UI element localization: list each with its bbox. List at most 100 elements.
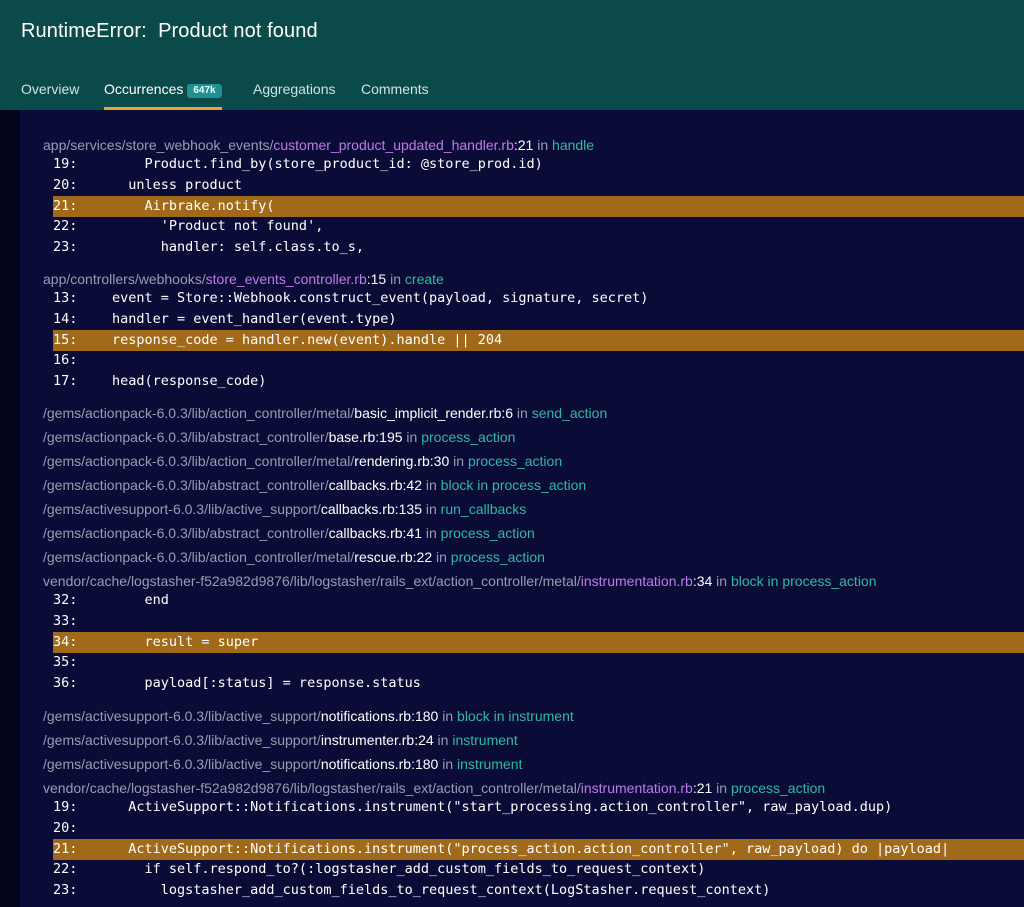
backtrace-frame[interactable]: /gems/activesupport-6.0.3/lib/active_sup… bbox=[43, 706, 574, 726]
line-number: 23: bbox=[53, 239, 78, 255]
frame-method: block in process_action bbox=[730, 573, 877, 589]
code-line: 23: logstasher_add_custom_fields_to_requ… bbox=[53, 880, 1024, 901]
frame-line-number: :42 bbox=[402, 477, 422, 493]
frame-file: notifications.rb bbox=[320, 756, 412, 772]
code-text: payload[:status] = response.status bbox=[112, 675, 421, 691]
tab-comments[interactable]: Comments bbox=[361, 72, 429, 110]
code-text: ActiveSupport::Notifications.instrument(… bbox=[112, 799, 893, 815]
code-text: handler = event_handler(event.type) bbox=[112, 310, 397, 327]
frame-method: run_callbacks bbox=[440, 501, 527, 517]
frame-dir: app/services/store_webhook_events/ bbox=[43, 137, 274, 153]
line-number: 19: bbox=[53, 156, 78, 172]
frame-dir: /gems/actionpack-6.0.3/lib/abstract_cont… bbox=[43, 429, 329, 445]
error-title: RuntimeError: Product not found bbox=[21, 20, 318, 42]
tab-aggregations[interactable]: Aggregations bbox=[253, 72, 336, 110]
code-line: 19: ActiveSupport::Notifications.instrum… bbox=[53, 797, 1024, 818]
code-text: handler: self.class.to_s, bbox=[112, 239, 364, 255]
backtrace-frame[interactable]: /gems/actionpack-6.0.3/lib/action_contro… bbox=[43, 403, 607, 423]
line-number: 32: bbox=[53, 592, 78, 608]
line-number: 14: bbox=[53, 310, 78, 327]
code-text: unless product bbox=[112, 176, 243, 193]
frame-file: base.rb bbox=[328, 429, 376, 445]
frame-dir: vendor/cache/logstasher-f52a982d9876/lib… bbox=[43, 780, 581, 796]
code-line: 20: unless product bbox=[53, 175, 1024, 196]
line-number: 35: bbox=[53, 654, 78, 671]
tab-aggregations-label: Aggregations bbox=[253, 81, 336, 97]
tab-overview[interactable]: Overview bbox=[21, 72, 79, 110]
frame-line-number: :34 bbox=[692, 573, 713, 589]
code-text: logstasher_add_custom_fields_to_request_… bbox=[112, 882, 771, 898]
line-number: 22: bbox=[53, 218, 78, 235]
frame-method: process_action bbox=[440, 525, 535, 541]
frame-method: block in process_action bbox=[440, 477, 587, 493]
frame-method: block in instrument bbox=[457, 708, 574, 724]
frame-file: rendering.rb bbox=[354, 453, 430, 469]
backtrace-frame[interactable]: /gems/activesupport-6.0.3/lib/active_sup… bbox=[43, 730, 518, 750]
frame-dir: app/controllers/webhooks/ bbox=[43, 271, 206, 287]
code-line: 22: 'Product not found', bbox=[53, 216, 1024, 237]
frame-method: process_action bbox=[421, 429, 516, 445]
frame-dir: /gems/activesupport-6.0.3/lib/active_sup… bbox=[43, 756, 321, 772]
backtrace-frame[interactable]: /gems/activesupport-6.0.3/lib/active_sup… bbox=[43, 499, 526, 519]
frame-line-number: :21 bbox=[513, 137, 534, 153]
frame-file: customer_product_updated_handler.rb bbox=[273, 137, 514, 153]
frame-method: send_action bbox=[531, 405, 608, 421]
backtrace-frame[interactable]: /gems/actionpack-6.0.3/lib/abstract_cont… bbox=[43, 475, 586, 495]
backtrace-frame[interactable]: app/services/store_webhook_events/custom… bbox=[43, 135, 594, 155]
frame-dir: /gems/actionpack-6.0.3/lib/abstract_cont… bbox=[43, 477, 329, 493]
line-number: 36: bbox=[53, 675, 78, 691]
frame-file: store_events_controller.rb bbox=[205, 271, 367, 287]
code-line: 19: Product.find_by(store_product_id: @s… bbox=[53, 154, 1024, 175]
highlighted-code-line: 21: ActiveSupport::Notifications.instrum… bbox=[53, 838, 1024, 860]
frame-in-label: in bbox=[712, 780, 731, 796]
code-line: 36: payload[:status] = response.status bbox=[53, 673, 1024, 694]
backtrace-frame[interactable]: app/controllers/webhooks/store_events_co… bbox=[43, 269, 444, 289]
backtrace-frame[interactable]: /gems/actionpack-6.0.3/lib/abstract_cont… bbox=[43, 523, 535, 543]
backtrace-frame[interactable]: /gems/actionpack-6.0.3/lib/action_contro… bbox=[43, 451, 562, 471]
backtrace-panel: app/services/store_webhook_events/custom… bbox=[20, 110, 1024, 907]
frame-dir: /gems/activesupport-6.0.3/lib/active_sup… bbox=[43, 501, 321, 517]
frame-file: callbacks.rb bbox=[320, 501, 395, 517]
frame-method: handle bbox=[552, 137, 595, 153]
frame-line-number: :195 bbox=[375, 429, 403, 445]
line-number: 33: bbox=[53, 612, 78, 629]
line-number: 15: bbox=[53, 331, 78, 348]
frame-in-label: in bbox=[432, 549, 451, 565]
frame-method: process_action bbox=[467, 453, 563, 469]
frame-in-label: in bbox=[421, 525, 441, 541]
frame-line-number: :24 bbox=[414, 732, 434, 748]
backtrace-frame[interactable]: /gems/actionpack-6.0.3/lib/abstract_cont… bbox=[43, 427, 515, 447]
frame-method: instrument bbox=[452, 732, 518, 748]
frame-in-label: in bbox=[421, 501, 441, 517]
code-line: 32: end bbox=[53, 590, 1024, 611]
code-line: 22: if self.respond_to?(:logstasher_add_… bbox=[53, 859, 1024, 880]
tab-occurrences[interactable]: Occurrences 647k bbox=[104, 72, 222, 110]
backtrace-frame[interactable]: /gems/actionpack-6.0.3/lib/action_contro… bbox=[43, 547, 545, 567]
frame-line-number: :15 bbox=[366, 271, 387, 287]
code-line: 17: head(response_code) bbox=[53, 371, 1024, 392]
frame-line-number: :180 bbox=[411, 708, 439, 724]
frame-line-number: :41 bbox=[402, 525, 422, 541]
code-text: Airbrake.notify( bbox=[112, 197, 275, 214]
line-number: 20: bbox=[53, 819, 78, 836]
code-line: 16: bbox=[53, 350, 1024, 371]
tab-comments-label: Comments bbox=[361, 81, 429, 97]
code-text: event = Store::Webhook.construct_event(p… bbox=[112, 290, 649, 306]
code-text: ActiveSupport::Notifications.instrument(… bbox=[112, 840, 950, 857]
line-number: 13: bbox=[53, 290, 78, 306]
highlighted-code-line: 34: result = super bbox=[53, 631, 1024, 653]
frame-file: callbacks.rb bbox=[328, 525, 403, 541]
backtrace-frame[interactable]: vendor/cache/logstasher-f52a982d9876/lib… bbox=[43, 571, 877, 591]
frame-in-label: in bbox=[449, 453, 468, 469]
error-header: RuntimeError: Product not found Overview… bbox=[0, 0, 1024, 110]
code-line: 14: handler = event_handler(event.type) bbox=[53, 309, 1024, 330]
line-number: 23: bbox=[53, 882, 78, 898]
code-line: 33: bbox=[53, 611, 1024, 632]
frame-in-label: in bbox=[712, 573, 731, 589]
backtrace-frame[interactable]: vendor/cache/logstasher-f52a982d9876/lib… bbox=[43, 778, 825, 798]
frame-file: basic_implicit_render.rb bbox=[354, 405, 502, 421]
frame-file: instrumenter.rb bbox=[320, 732, 415, 748]
backtrace-frame[interactable]: /gems/activesupport-6.0.3/lib/active_sup… bbox=[43, 754, 522, 774]
left-gutter bbox=[0, 110, 20, 907]
frame-dir: /gems/activesupport-6.0.3/lib/active_sup… bbox=[43, 708, 321, 724]
